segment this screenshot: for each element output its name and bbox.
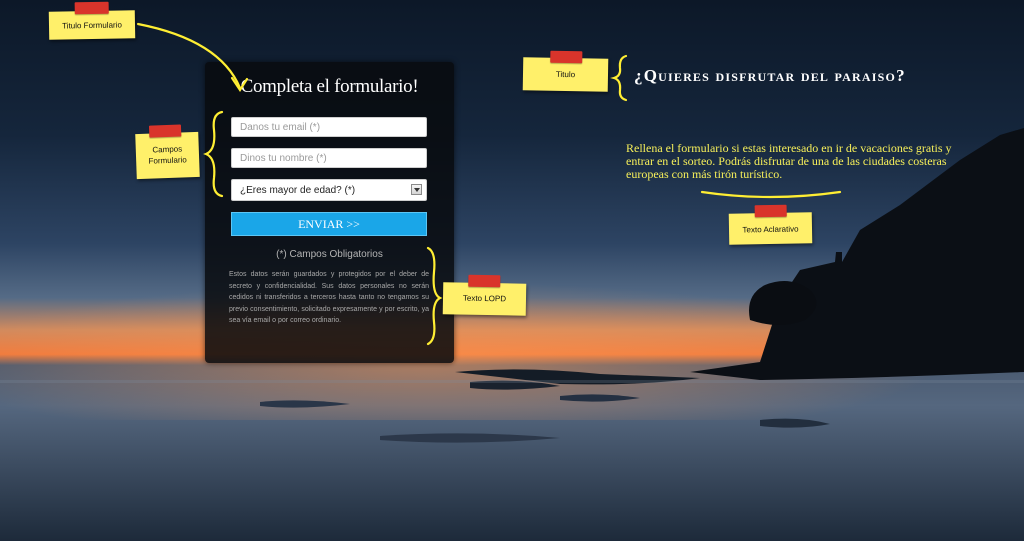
age-select-value: ¿Eres mayor de edad? (*)	[240, 185, 356, 196]
annotation-note-titulo-formulario: Titulo Formulario	[48, 1, 136, 40]
tape-icon	[74, 1, 109, 15]
send-button[interactable]: ENVIAR >>	[231, 212, 427, 236]
name-field[interactable]	[231, 148, 427, 168]
tape-icon	[148, 124, 182, 138]
required-fields-note: (*) Campos Obligatorios	[276, 249, 383, 260]
chevron-down-icon[interactable]	[411, 184, 422, 195]
hero-headline: ¿Quieres disfrutar del paraiso?	[634, 66, 906, 85]
annotation-note-campos-formulario: Campos Formulario	[135, 124, 200, 180]
tape-icon	[754, 204, 787, 218]
annotation-note-titulo: Titulo	[522, 50, 609, 92]
email-field[interactable]	[231, 117, 427, 137]
form-panel: Completa el formulario! ¿Eres mayor de e…	[205, 62, 454, 363]
lopd-text: Estos datos serán guardados y protegidos…	[229, 271, 429, 324]
annotation-note-texto-aclarativo: Texto Aclarativo	[728, 204, 813, 245]
tape-icon	[468, 274, 501, 288]
age-select[interactable]: ¿Eres mayor de edad? (*)	[231, 179, 427, 201]
annotation-note-texto-lopd: Texto LOPD	[442, 274, 527, 316]
form-title: Completa el formulario!	[240, 76, 419, 97]
hero-blurb: Rellena el formulario si estas interesad…	[626, 141, 952, 181]
tape-icon	[550, 50, 583, 64]
